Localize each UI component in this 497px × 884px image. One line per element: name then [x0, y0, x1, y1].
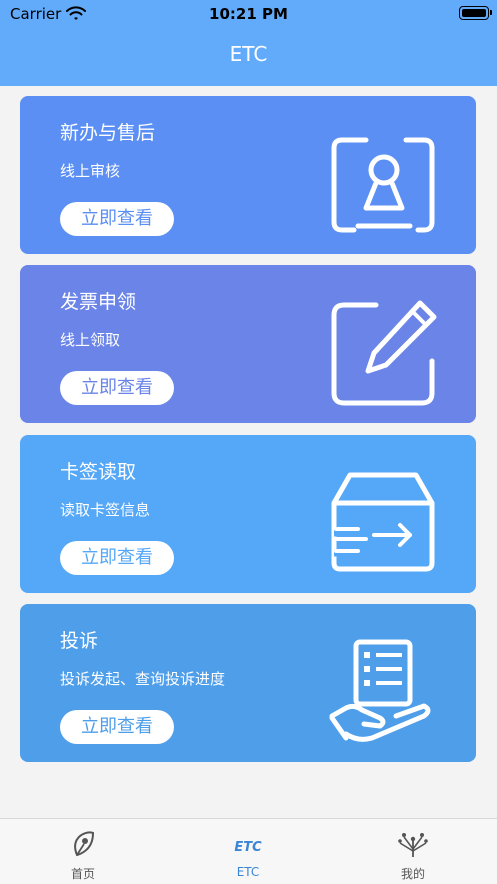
hand-document-icon — [329, 639, 431, 742]
card-title: 卡签读取 — [60, 461, 137, 483]
status-bar: Carrier 10:21 PM — [0, 0, 497, 30]
tab-label: 我的 — [400, 867, 425, 881]
tab-label: 首页 — [70, 867, 95, 881]
view-now-button[interactable]: 立即查看 — [60, 202, 174, 236]
card-title: 新办与售后 — [60, 122, 156, 144]
view-now-button[interactable]: 立即查看 — [60, 710, 174, 744]
etc-icon: ETC — [234, 840, 262, 855]
profile-branches-icon — [398, 833, 428, 857]
card-invoice[interactable]: 发票申领 线上领取 立即查看 — [20, 265, 476, 423]
battery-icon — [459, 6, 492, 20]
tab-mine[interactable]: 我的 — [353, 819, 473, 884]
tab-bar: 首页 ETC ETC 我的 — [0, 818, 497, 884]
view-now-button[interactable]: 立即查看 — [60, 371, 174, 405]
card-subtitle: 投诉发起、查询投诉进度 — [60, 670, 226, 688]
card-new-service[interactable]: 新办与售后 线上审核 立即查看 — [20, 96, 476, 254]
svg-text:ETC: ETC — [234, 840, 262, 855]
tab-home[interactable]: 首页 — [23, 819, 143, 884]
card-title: 投诉 — [60, 630, 99, 652]
card-complaint[interactable]: 投诉 投诉发起、查询投诉进度 立即查看 — [20, 604, 476, 762]
id-card-person-icon — [331, 137, 435, 233]
status-time: 10:21 PM — [209, 5, 288, 23]
view-now-button[interactable]: 立即查看 — [60, 541, 174, 575]
home-leaf-icon — [74, 831, 95, 857]
tab-label: ETC — [236, 865, 260, 879]
edit-pencil-icon — [331, 300, 437, 406]
card-read-tag[interactable]: 卡签读取 读取卡签信息 立即查看 — [20, 435, 476, 593]
card-title: 发票申领 — [60, 291, 137, 313]
card-subtitle: 读取卡签信息 — [60, 501, 151, 519]
card-subtitle: 线上审核 — [60, 162, 121, 180]
header-bar: Carrier 10:21 PM ETC — [0, 0, 497, 86]
page-title: ETC — [229, 42, 268, 66]
tab-etc[interactable]: ETC ETC — [188, 819, 308, 884]
card-subtitle: 线上领取 — [60, 331, 121, 349]
box-read-arrow-icon — [331, 472, 435, 572]
